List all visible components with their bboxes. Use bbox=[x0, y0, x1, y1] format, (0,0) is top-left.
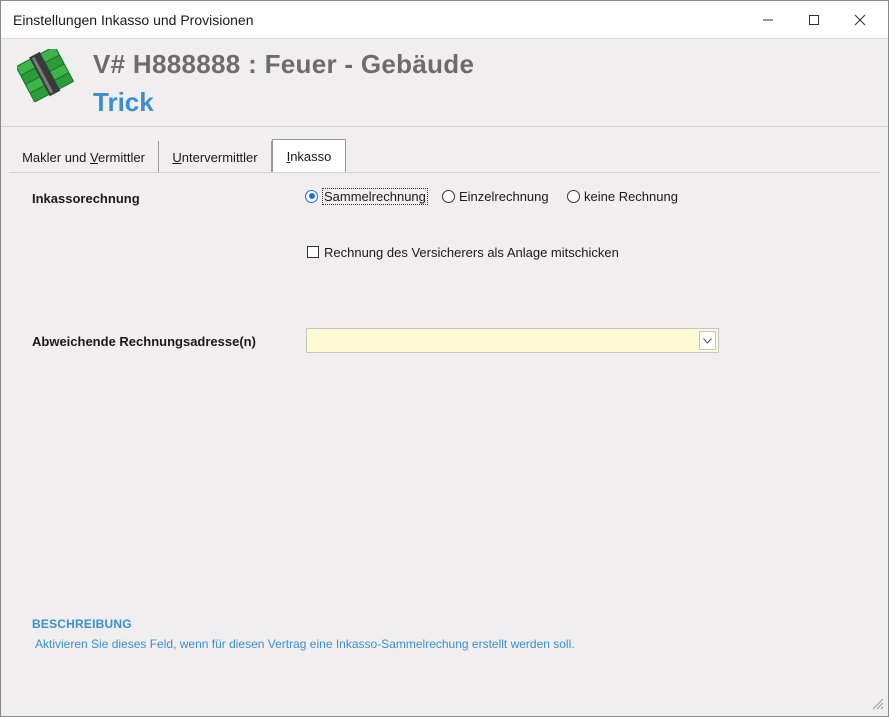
tab-label: Inkasso bbox=[286, 149, 332, 164]
radio-einzelrechnung[interactable]: Einzelrechnung bbox=[442, 187, 549, 205]
tab-bar: Makler und Vermittler Untervermittler In… bbox=[9, 139, 880, 173]
radio-label: Einzelrechnung bbox=[459, 188, 549, 204]
address-label: Abweichende Rechnungsadresse(n) bbox=[32, 334, 256, 349]
tab-untervermittler[interactable]: Untervermittler bbox=[159, 141, 272, 173]
client-name: Trick bbox=[93, 87, 154, 117]
radio-label: Sammelrechnung bbox=[322, 187, 428, 205]
tab-label: Makler und Vermittler bbox=[22, 149, 145, 165]
checkbox-label: Rechnung des Versicherers als Anlage mit… bbox=[324, 244, 619, 260]
minimize-icon bbox=[763, 19, 773, 21]
address-dropdown[interactable] bbox=[306, 328, 719, 353]
tab-inkasso[interactable]: Inkasso bbox=[272, 139, 346, 173]
tab-divider bbox=[9, 172, 880, 173]
inkasso-label: Inkassorechnung bbox=[32, 191, 140, 206]
tab-label: Untervermittler bbox=[172, 149, 258, 165]
checkbox-box bbox=[307, 246, 319, 258]
maximize-icon bbox=[809, 15, 819, 25]
maximize-button[interactable] bbox=[791, 1, 837, 39]
close-button[interactable] bbox=[837, 1, 883, 39]
anlage-checkbox[interactable]: Rechnung des Versicherers als Anlage mit… bbox=[307, 243, 619, 261]
description-title: BESCHREIBUNG bbox=[32, 617, 132, 631]
chevron-down-icon bbox=[703, 337, 712, 344]
description-text: Aktivieren Sie dieses Feld, wenn für die… bbox=[35, 637, 575, 651]
settings-window: Einstellungen Inkasso und Provisionen V#… bbox=[0, 0, 889, 717]
minimize-button[interactable] bbox=[745, 1, 791, 39]
radio-sammelrechnung[interactable]: Sammelrechnung bbox=[305, 187, 428, 205]
close-icon bbox=[854, 14, 866, 26]
radio-unselected-icon bbox=[442, 189, 455, 203]
window-title: Einstellungen Inkasso und Provisionen bbox=[13, 12, 254, 28]
resize-grip-icon[interactable] bbox=[870, 696, 884, 710]
title-bar: Einstellungen Inkasso und Provisionen bbox=[1, 1, 888, 39]
dropdown-toggle[interactable] bbox=[699, 331, 716, 350]
radio-unselected-icon bbox=[567, 189, 580, 203]
contract-title: V# H888888 : Feuer - Gebäude bbox=[93, 49, 475, 79]
tab-makler-vermittler[interactable]: Makler und Vermittler bbox=[9, 141, 159, 173]
contract-header: V# H888888 : Feuer - Gebäude Trick bbox=[1, 39, 888, 127]
money-stack-icon bbox=[17, 49, 74, 103]
radio-selected-icon bbox=[305, 189, 318, 203]
radio-label: keine Rechnung bbox=[584, 188, 678, 204]
radio-keine-rechnung[interactable]: keine Rechnung bbox=[567, 187, 678, 205]
